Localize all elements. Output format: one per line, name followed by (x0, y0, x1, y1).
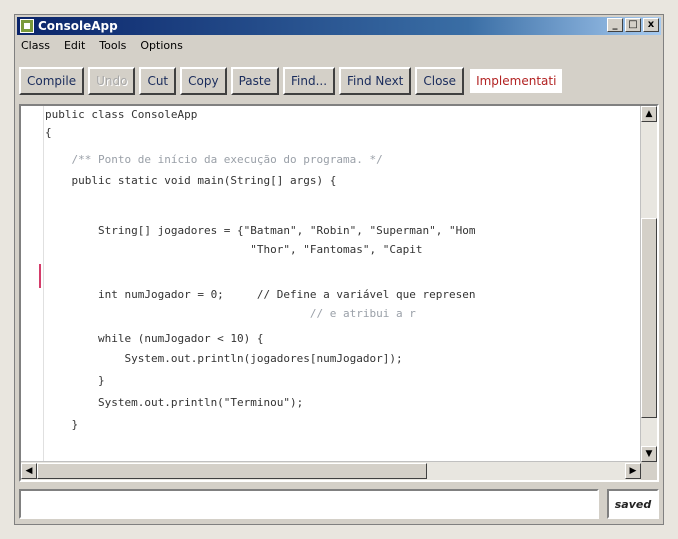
code-line: "Thor", "Fantomas", "Capit (45, 243, 423, 256)
code-editor[interactable]: public class ConsoleApp { /** Ponto de i… (19, 104, 659, 482)
scroll-right-arrow-icon[interactable]: ▶ (625, 463, 641, 479)
find-next-button[interactable]: Find Next (339, 67, 412, 95)
menu-bar: Class Edit Tools Options (19, 38, 185, 56)
toolbar: Compile Undo Cut Copy Paste Find... Find… (19, 67, 663, 97)
menu-edit[interactable]: Edit (62, 38, 87, 56)
copy-button[interactable]: Copy (180, 67, 227, 95)
status-message-area (19, 489, 599, 519)
compile-button[interactable]: Compile (19, 67, 85, 95)
code-line: // e atribui a r (45, 307, 416, 320)
close-window-button[interactable]: x (643, 18, 659, 32)
code-line: while (numJogador < 10) { (45, 332, 264, 345)
menu-class[interactable]: Class (19, 38, 52, 56)
code-line: public static void main(String[] args) { (45, 174, 337, 187)
code-line: } (45, 374, 105, 387)
code-line: } (45, 418, 79, 431)
cut-button[interactable]: Cut (139, 67, 177, 95)
code-line: { (45, 126, 52, 139)
horizontal-scroll-thumb[interactable] (37, 463, 427, 479)
window-controls: _ □ x (607, 18, 659, 32)
code-line: System.out.println(jogadores[numJogador]… (45, 352, 403, 365)
code-line: public class ConsoleApp (45, 108, 198, 121)
bluej-editor-window: ConsoleApp _ □ x Class Edit Tools Option… (14, 14, 664, 525)
scroll-left-arrow-icon[interactable]: ◀ (21, 463, 37, 479)
saved-status-label: saved (607, 489, 659, 519)
scroll-up-arrow-icon[interactable]: ▲ (641, 106, 657, 122)
cursor-marker (39, 264, 41, 288)
vertical-scrollbar[interactable]: ▲ ▼ (640, 106, 657, 462)
horizontal-scrollbar[interactable]: ◀ ▶ (21, 461, 641, 480)
scrollbar-corner (641, 462, 657, 480)
code-line: /** Ponto de início da execução do progr… (45, 153, 383, 166)
code-line: System.out.println("Terminou"); (45, 396, 304, 409)
window-title: ConsoleApp (38, 19, 118, 33)
scroll-down-arrow-icon[interactable]: ▼ (641, 446, 657, 462)
app-icon (20, 19, 34, 33)
menu-tools[interactable]: Tools (97, 38, 128, 56)
paste-button[interactable]: Paste (230, 67, 279, 95)
code-line: int numJogador = 0; // Define a variável… (45, 288, 476, 301)
find-button[interactable]: Find... (282, 67, 336, 95)
code-line: String[] jogadores = {"Batman", "Robin",… (45, 224, 476, 237)
close-button[interactable]: Close (415, 67, 465, 95)
code-area[interactable]: public class ConsoleApp { /** Ponto de i… (45, 106, 639, 462)
view-mode-selector[interactable]: Implementati (468, 67, 565, 95)
title-bar[interactable]: ConsoleApp _ □ x (17, 17, 661, 35)
undo-button[interactable]: Undo (88, 67, 136, 95)
maximize-button[interactable]: □ (625, 18, 641, 32)
vertical-scroll-thumb[interactable] (641, 218, 657, 418)
minimize-button[interactable]: _ (607, 18, 623, 32)
menu-options[interactable]: Options (138, 38, 184, 56)
